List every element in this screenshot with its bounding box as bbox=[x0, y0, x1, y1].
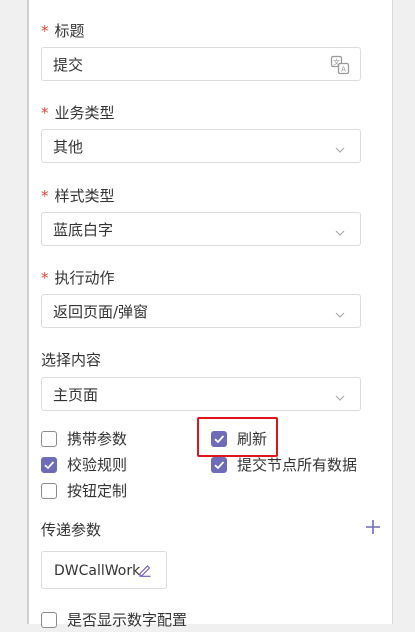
style-type-label: * 样式类型 bbox=[41, 187, 115, 205]
svg-text:A: A bbox=[341, 66, 346, 74]
checkbox-unchecked[interactable] bbox=[41, 612, 57, 628]
checkbox-unchecked[interactable] bbox=[41, 431, 57, 447]
highlight-box bbox=[197, 417, 278, 457]
checkbox-label: 携带参数 bbox=[67, 430, 128, 448]
checkbox-checked[interactable] bbox=[41, 457, 57, 473]
param-chip[interactable]: DWCallWork bbox=[41, 551, 167, 589]
business-type-value: 其他 bbox=[53, 138, 84, 156]
required-mark: * bbox=[41, 22, 49, 40]
required-mark: * bbox=[41, 187, 49, 205]
param-chip-label: DWCallWork bbox=[54, 563, 141, 579]
chevron-down-icon bbox=[334, 141, 346, 160]
action-value: 返回页面/弹窗 bbox=[53, 303, 149, 321]
edit-icon[interactable] bbox=[138, 562, 152, 581]
translate-icon[interactable]: 文 A bbox=[330, 55, 350, 79]
checkbox-label: 按钮定制 bbox=[67, 482, 128, 500]
chevron-down-icon bbox=[334, 389, 346, 408]
style-type-value: 蓝底白字 bbox=[53, 221, 114, 239]
checkbox-label: 校验规则 bbox=[67, 456, 128, 474]
checkbox-checked[interactable] bbox=[211, 457, 227, 473]
required-mark: * bbox=[41, 104, 49, 122]
form-panel: *标题 提交 文 A *业务类型 其他 *样式类型 蓝底白字 *执行动作 bbox=[27, 0, 393, 629]
style-type-select[interactable]: 蓝底白字 bbox=[41, 212, 361, 246]
checkbox-label: 是否显示数字配置 bbox=[67, 611, 188, 629]
validation-rules-checkbox[interactable]: 校验规则 bbox=[41, 455, 181, 477]
select-content-label: 选择内容 bbox=[41, 351, 102, 369]
submit-all-data-checkbox[interactable]: 提交节点所有数据 bbox=[211, 455, 381, 477]
title-label: * 标题 bbox=[41, 22, 85, 40]
title-input-value: 提交 bbox=[53, 56, 84, 74]
required-mark: * bbox=[41, 269, 49, 287]
svg-text:文: 文 bbox=[333, 58, 340, 67]
chevron-down-icon bbox=[334, 224, 346, 243]
title-input[interactable]: 提交 文 A bbox=[41, 47, 361, 81]
action-label: * 执行动作 bbox=[41, 269, 115, 287]
checkbox-label: 提交节点所有数据 bbox=[237, 456, 358, 474]
checkbox-unchecked[interactable] bbox=[41, 483, 57, 499]
select-content-value: 主页面 bbox=[53, 386, 99, 404]
select-content-select[interactable]: 主页面 bbox=[41, 377, 361, 411]
business-type-select[interactable]: 其他 bbox=[41, 129, 361, 163]
params-label: 传递参数 bbox=[41, 521, 102, 539]
action-select[interactable]: 返回页面/弹窗 bbox=[41, 294, 361, 328]
custom-button-checkbox[interactable]: 按钮定制 bbox=[41, 481, 181, 503]
business-type-label: * 业务类型 bbox=[41, 104, 115, 122]
chevron-down-icon bbox=[334, 306, 346, 325]
display-number-config-checkbox[interactable]: 是否显示数字配置 bbox=[41, 610, 261, 632]
carry-params-checkbox[interactable]: 携带参数 bbox=[41, 429, 181, 451]
add-param-icon[interactable] bbox=[364, 518, 382, 540]
